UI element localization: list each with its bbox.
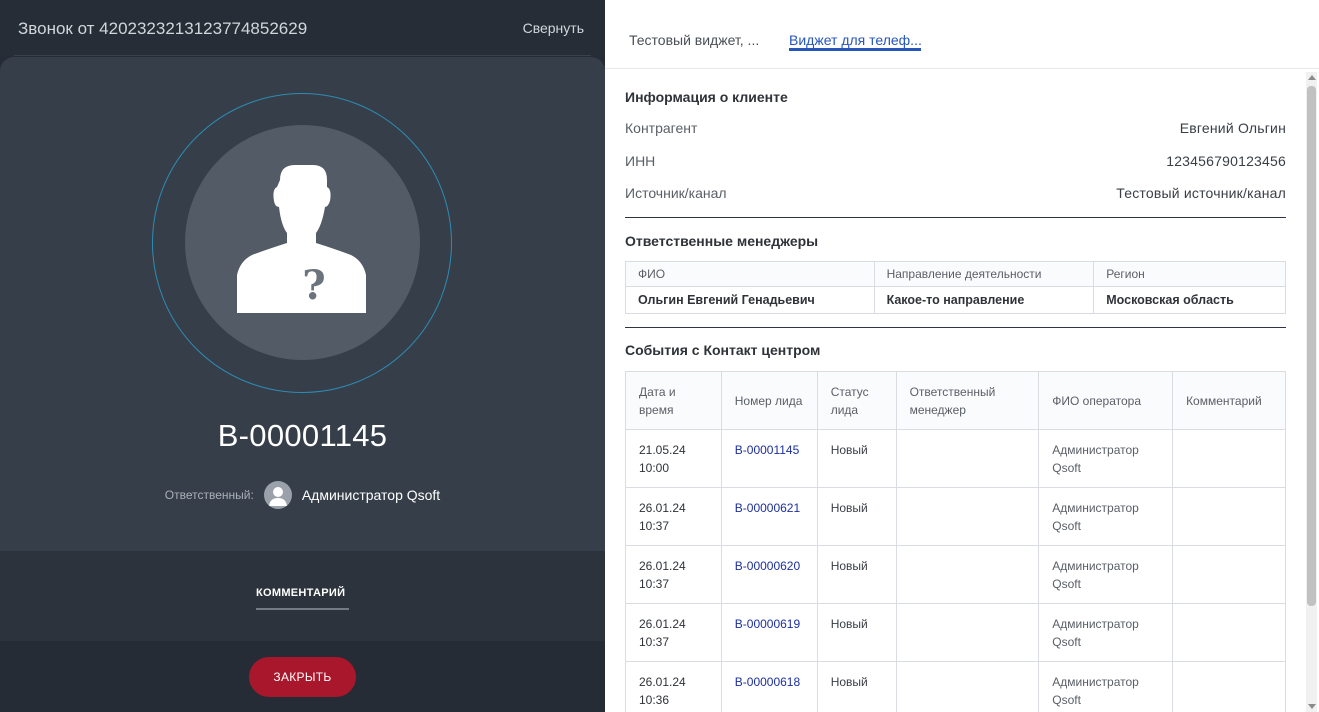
widget-tabs: Тестовый виджет, ... Виджет для телеф... xyxy=(605,0,1319,69)
comment-zone: КОММЕНТАРИЙ xyxy=(0,551,605,641)
info-value: 123456790123456 xyxy=(1166,153,1286,169)
event-lead-link[interactable]: В-00000621 xyxy=(720,487,818,546)
column-header-status: Статус лида xyxy=(816,371,897,430)
column-header-direction: Направление деятельности xyxy=(873,261,1095,287)
event-status: Новый xyxy=(816,661,897,712)
table-row: 21.05.24 10:00 В-00001145 Новый Админист… xyxy=(625,429,1286,488)
table-row: 26.01.24 10:37 В-00000619 Новый Админист… xyxy=(625,603,1286,662)
section-divider xyxy=(625,217,1286,218)
events-table: Дата и время Номер лида Статус лида Отве… xyxy=(625,371,1286,712)
event-operator: Администратор Qsoft xyxy=(1038,661,1174,712)
events-title: События с Контакт центром xyxy=(625,342,821,358)
manager-direction: Какое-то направление xyxy=(873,286,1095,314)
event-operator: Администратор Qsoft xyxy=(1038,487,1174,546)
event-comment xyxy=(1172,487,1286,546)
event-status: Новый xyxy=(816,603,897,662)
event-lead-link[interactable]: В-00000619 xyxy=(720,603,818,662)
event-status: Новый xyxy=(816,487,897,546)
table-header-row: Дата и время Номер лида Статус лида Отве… xyxy=(625,371,1286,430)
event-manager xyxy=(895,429,1040,488)
event-manager xyxy=(895,487,1040,546)
tab-phone-widget[interactable]: Виджет для телеф... xyxy=(789,32,922,48)
scroll-down-arrow-icon[interactable] xyxy=(1308,704,1316,709)
info-label: Источник/канал xyxy=(625,185,727,201)
manager-fio: Ольгин Евгений Генадьевич xyxy=(625,286,875,314)
info-row-inn: ИНН 123456790123456 xyxy=(625,153,1286,173)
event-date: 26.01.24 10:37 xyxy=(625,487,722,546)
event-date: 26.01.24 10:36 xyxy=(625,661,722,712)
active-tab-underline xyxy=(789,48,921,51)
column-header-operator: ФИО оператора xyxy=(1038,371,1174,430)
info-value: Тестовый источник/канал xyxy=(1116,185,1286,201)
column-header-manager: Ответственный менеджер xyxy=(895,371,1040,430)
event-status: Новый xyxy=(816,429,897,488)
column-header-date: Дата и время xyxy=(625,371,722,430)
lead-number: В-00001145 xyxy=(217,418,388,453)
info-value: Евгений Ольгин xyxy=(1179,120,1286,136)
table-row: Ольгин Евгений Генадьевич Какое-то напра… xyxy=(625,286,1286,314)
tab-test-widget[interactable]: Тестовый виджет, ... xyxy=(629,32,759,48)
event-operator: Администратор Qsoft xyxy=(1038,545,1174,604)
managers-table: ФИО Направление деятельности Регион Ольг… xyxy=(625,261,1286,314)
event-date: 26.01.24 10:37 xyxy=(625,603,722,662)
close-button[interactable]: ЗАКРЫТЬ xyxy=(249,657,356,697)
table-header-row: ФИО Направление деятельности Регион xyxy=(625,261,1286,287)
manager-region: Московская область xyxy=(1093,286,1286,314)
table-row: 26.01.24 10:36 В-00000618 Новый Админист… xyxy=(625,661,1286,712)
table-row: 26.01.24 10:37 В-00000621 Новый Админист… xyxy=(625,487,1286,546)
responsible-avatar xyxy=(263,481,292,509)
event-lead-link[interactable]: В-00000618 xyxy=(720,661,818,712)
event-lead-link[interactable]: В-00000620 xyxy=(720,545,818,604)
event-comment xyxy=(1172,545,1286,604)
comment-tab[interactable]: КОММЕНТАРИЙ xyxy=(256,587,345,599)
comment-tab-underline xyxy=(256,608,349,610)
column-header-comment: Комментарий xyxy=(1172,371,1286,430)
event-manager xyxy=(895,661,1040,712)
call-title: Звонок от 4202323213123774852629 xyxy=(18,19,308,38)
widget-content: Информация о клиенте Контрагент Евгений … xyxy=(605,70,1304,712)
table-row: 26.01.24 10:37 В-00000620 Новый Админист… xyxy=(625,545,1286,604)
collapse-button[interactable]: Свернуть xyxy=(523,20,584,36)
header-divider xyxy=(14,55,591,56)
unknown-person-icon: ? xyxy=(237,165,366,313)
event-date: 21.05.24 10:00 xyxy=(625,429,722,488)
event-comment xyxy=(1172,661,1286,712)
section-divider xyxy=(625,327,1286,328)
responsible-row: Ответственный: Администратор Qsoft xyxy=(0,481,605,509)
event-status: Новый xyxy=(816,545,897,604)
event-operator: Администратор Qsoft xyxy=(1038,429,1174,488)
event-manager xyxy=(895,545,1040,604)
caller-card: ? В-00001145 Ответственный: Администрато… xyxy=(0,57,605,551)
info-row-source: Источник/канал Тестовый источник/канал xyxy=(625,185,1286,205)
column-header-fio: ФИО xyxy=(625,261,875,287)
event-manager xyxy=(895,603,1040,662)
call-header: Звонок от 4202323213123774852629 Свернут… xyxy=(0,0,605,56)
event-operator: Администратор Qsoft xyxy=(1038,603,1174,662)
svg-text:?: ? xyxy=(302,262,325,309)
event-comment xyxy=(1172,429,1286,488)
column-header-region: Регион xyxy=(1093,261,1286,287)
call-panel: Звонок от 4202323213123774852629 Свернут… xyxy=(0,0,605,712)
user-icon xyxy=(268,487,287,506)
info-label: Контрагент xyxy=(625,120,698,136)
event-date: 26.01.24 10:37 xyxy=(625,545,722,604)
event-lead-link[interactable]: В-00001145 xyxy=(720,429,818,488)
unknown-caller-avatar: ? xyxy=(185,125,420,360)
scrollbar-thumb[interactable] xyxy=(1307,86,1316,606)
info-row-counterparty: Контрагент Евгений Ольгин xyxy=(625,120,1286,140)
event-comment xyxy=(1172,603,1286,662)
column-header-lead: Номер лида xyxy=(720,371,818,430)
managers-title: Ответственные менеджеры xyxy=(625,233,819,249)
responsible-label: Ответственный: xyxy=(164,488,254,502)
vertical-scrollbar[interactable] xyxy=(1306,72,1317,712)
client-info-title: Информация о клиенте xyxy=(625,89,788,105)
scroll-up-arrow-icon[interactable] xyxy=(1308,75,1316,80)
info-label: ИНН xyxy=(625,153,656,169)
responsible-name: Администратор Qsoft xyxy=(301,487,441,503)
widget-panel: Тестовый виджет, ... Виджет для телеф...… xyxy=(605,0,1319,712)
